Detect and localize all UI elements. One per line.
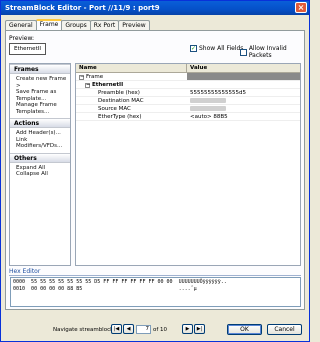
allow-invalid-packets-checkbox[interactable] <box>240 48 247 56</box>
destination-mac-label: Destination MAC <box>98 98 144 104</box>
preamble-label: Preamble (hex) <box>98 90 140 96</box>
frame-node-label: Frame <box>86 74 104 80</box>
title-bar: StreamBlock Editor - Port //11/9 : port9… <box>1 1 309 15</box>
ethertype-label: EtherType (hex) <box>98 114 142 120</box>
frame-value <box>187 73 300 80</box>
first-streamblock-button[interactable]: |◀ <box>111 324 122 334</box>
manage-frame-templates-link[interactable]: Manage Frame Templates... <box>10 102 70 115</box>
destination-mac-value[interactable] <box>187 97 300 104</box>
tab-strip: General Frame Groups Rx Port Preview <box>5 19 150 30</box>
others-section-title: Others <box>10 152 70 163</box>
name-column-header[interactable]: Name <box>76 64 187 72</box>
grid-row-source-mac[interactable]: Source MAC <box>76 105 300 113</box>
allow-invalid-packets-option[interactable]: Allow Invalid Packets <box>240 45 309 59</box>
grid-row-destination-mac[interactable]: Destination MAC <box>76 97 300 105</box>
ethertype-value[interactable]: <auto> 88B5 <box>187 113 300 120</box>
preview-label: Preview: <box>9 35 35 42</box>
hex-editor-divider <box>9 275 301 276</box>
collapse-icon[interactable]: − <box>79 75 84 80</box>
window-title: StreamBlock Editor - Port //11/9 : port9 <box>5 4 160 12</box>
close-button[interactable]: × <box>295 2 307 13</box>
tab-rx-port[interactable]: Rx Port <box>89 20 120 30</box>
streamblock-count-label: of 10 <box>153 327 168 333</box>
show-all-fields-label: Show All Fields <box>199 45 244 52</box>
last-streamblock-button[interactable]: ▶| <box>194 324 205 334</box>
task-sidebar: Frames Create new Frame > Save Frame as … <box>9 63 71 266</box>
hex-editor-area[interactable]: 0000 55 55 55 55 55 55 55 D5 FF FF FF FF… <box>10 277 301 307</box>
hex-line-0010: 0010 00 00 00 00 88 B5 ....ˆµ <box>13 285 197 292</box>
next-streamblock-button[interactable]: ▶ <box>182 324 193 334</box>
others-section: Others Expand All Collapse All <box>10 152 70 178</box>
cancel-button[interactable]: Cancel <box>267 324 302 335</box>
previous-streamblock-button[interactable]: ◀ <box>123 324 134 334</box>
source-mac-value[interactable] <box>187 105 300 112</box>
preamble-value[interactable]: 55555555555555d5 <box>187 89 300 96</box>
ok-button[interactable]: OK <box>227 324 262 335</box>
save-frame-as-template-link[interactable]: Save Frame as Template... <box>10 89 70 102</box>
redacted-value <box>190 106 226 111</box>
grid-row-ethertype[interactable]: EtherType (hex) <auto> 88B5 <box>76 113 300 121</box>
hex-editor-title: Hex Editor <box>9 268 41 275</box>
tab-preview[interactable]: Preview <box>118 20 150 30</box>
collapse-all-link[interactable]: Collapse All <box>10 171 70 178</box>
frames-section-title: Frames <box>10 64 70 74</box>
source-mac-label: Source MAC <box>98 106 131 112</box>
show-all-fields-checkbox[interactable]: ✓ <box>190 45 197 52</box>
grid-header: Name Value <box>76 64 300 73</box>
tab-frame[interactable]: Frame <box>35 19 63 30</box>
actions-section: Actions Add Header(s)... Link Modifiers/… <box>10 118 70 150</box>
grid-row-preamble[interactable]: Preamble (hex) 55555555555555d5 <box>76 89 300 97</box>
streamblock-index-input[interactable]: 7 <box>136 325 151 334</box>
tab-groups[interactable]: Groups <box>61 20 91 30</box>
ethernetii-node-label: EthernetII <box>92 82 124 88</box>
ethernetii-value <box>187 81 300 88</box>
link-modifiers-link[interactable]: Link Modifiers/VFDs... <box>10 137 70 150</box>
actions-section-title: Actions <box>10 118 70 128</box>
frames-section: Frames Create new Frame > Save Frame as … <box>10 64 70 115</box>
manage-templates-label: Templates... <box>16 108 50 115</box>
frame-fields-grid: Name Value − Frame − EthernetII Preamble (… <box>75 63 301 266</box>
redacted-value <box>190 98 226 103</box>
navigate-streamblocks-label: Navigate streamblocks: <box>53 327 119 333</box>
grid-row-frame[interactable]: − Frame <box>76 73 300 81</box>
allow-invalid-packets-label: Allow Invalid Packets <box>248 45 287 59</box>
tab-general[interactable]: General <box>5 20 37 30</box>
preview-field: EthernetII <box>9 43 46 55</box>
value-column-header[interactable]: Value <box>187 64 300 72</box>
show-all-fields-option[interactable]: ✓ Show All Fields <box>190 45 243 52</box>
grid-row-ethernetii[interactable]: − EthernetII <box>76 81 300 89</box>
streamblock-editor-window: StreamBlock Editor - Port //11/9 : port9… <box>0 0 310 342</box>
create-new-frame-link[interactable]: Create new Frame > <box>10 76 70 89</box>
collapse-icon[interactable]: − <box>85 83 90 88</box>
